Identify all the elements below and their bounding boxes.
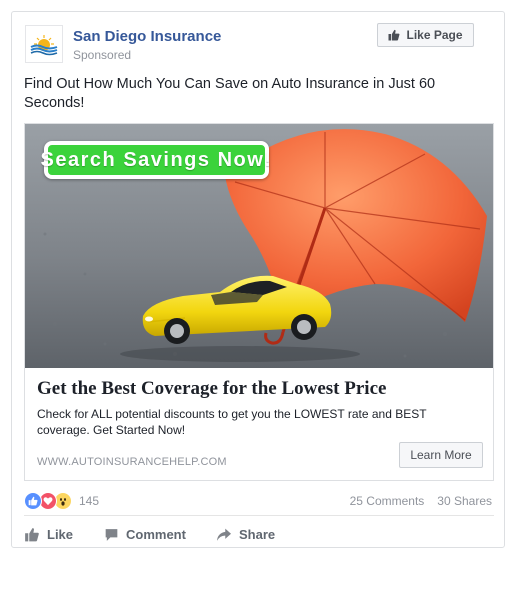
like-action-label: Like: [47, 527, 74, 542]
ad-domain: WWW.AUTOINSURANCEHELP.COM: [37, 456, 227, 468]
action-bar: Like Comment Share: [24, 527, 296, 542]
comment-action-button[interactable]: Comment: [104, 527, 216, 542]
comments-count-link[interactable]: 25 Comments: [350, 494, 425, 508]
like-action-button[interactable]: Like: [24, 527, 104, 542]
sun-waves-logo-icon: [30, 35, 58, 56]
reaction-count: 145: [79, 494, 100, 508]
page-logo[interactable]: [25, 25, 63, 63]
shares-count-link[interactable]: 30 Shares: [437, 494, 492, 508]
thumbs-up-icon: [25, 528, 39, 542]
sponsored-post: San Diego Insurance Sponsored Like Page …: [11, 11, 505, 548]
comment-action-label: Comment: [126, 527, 186, 542]
reactions-summary[interactable]: 145: [24, 492, 99, 510]
page-name-link[interactable]: San Diego Insurance: [73, 28, 221, 45]
share-action-button[interactable]: Share: [216, 527, 296, 542]
engagement-stats: 25 Comments 30 Shares: [350, 494, 492, 508]
ad-description: Check for ALL potential discounts to get…: [37, 407, 427, 437]
sponsored-label[interactable]: Sponsored: [73, 48, 131, 62]
ad-headline[interactable]: Get the Best Coverage for the Lowest Pri…: [37, 378, 386, 400]
search-savings-banner[interactable]: Search Savings Now!: [41, 141, 271, 179]
like-page-label: Like Page: [406, 28, 463, 42]
share-arrow-icon: [217, 528, 231, 541]
like-reaction-icon: [24, 492, 42, 510]
ad-link-preview[interactable]: Search Savings Now! Get the Best Coverag…: [24, 123, 494, 481]
learn-more-button[interactable]: Learn More: [399, 442, 483, 468]
like-page-button[interactable]: Like Page: [377, 23, 474, 47]
thumbs-up-icon: [388, 29, 400, 41]
divider: [24, 515, 494, 516]
share-action-label: Share: [239, 527, 276, 542]
speech-bubble-icon: [105, 528, 118, 541]
post-text: Find Out How Much You Can Save on Auto I…: [24, 76, 436, 111]
